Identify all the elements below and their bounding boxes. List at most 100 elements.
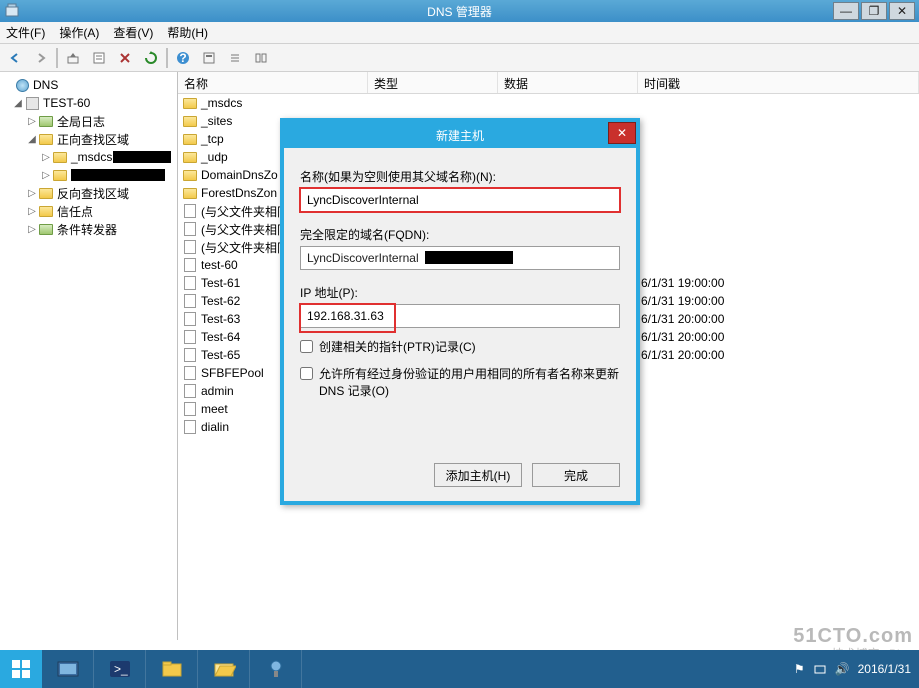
list-item-ts: 6/1/31 19:00:00 bbox=[641, 276, 724, 290]
window-titlebar: DNS 管理器 — ❐ ✕ bbox=[0, 0, 919, 22]
list-item[interactable]: _msdcs bbox=[178, 94, 919, 112]
separator bbox=[56, 48, 58, 68]
detail-button[interactable] bbox=[250, 47, 272, 69]
minimize-button[interactable]: — bbox=[833, 2, 859, 20]
tree-cond-fwd[interactable]: ▷条件转发器 bbox=[2, 220, 175, 238]
tree-server[interactable]: ◢TEST-60 bbox=[2, 94, 175, 112]
list-item-name: _msdcs bbox=[201, 96, 561, 110]
help-button[interactable]: ? bbox=[172, 47, 194, 69]
done-button[interactable]: 完成 bbox=[532, 463, 620, 487]
allow-label: 允许所有经过身份验证的用户用相同的所有者名称来更新 DNS 记录(O) bbox=[319, 365, 620, 399]
folder-icon bbox=[182, 116, 198, 127]
task-explorer-open[interactable] bbox=[198, 650, 250, 688]
page-icon bbox=[182, 276, 198, 290]
list-item-ts: 6/1/31 20:00:00 bbox=[641, 348, 724, 362]
tree-item-label: 反向查找区域 bbox=[57, 185, 129, 202]
page-icon bbox=[182, 240, 198, 254]
list-item-ts: 6/1/31 20:00:00 bbox=[641, 312, 724, 326]
close-button[interactable]: ✕ bbox=[889, 2, 915, 20]
task-dns[interactable] bbox=[250, 650, 302, 688]
delete-button[interactable] bbox=[114, 47, 136, 69]
tree-item-label: 信任点 bbox=[57, 203, 93, 220]
start-button[interactable] bbox=[0, 650, 42, 688]
folder-icon bbox=[182, 152, 198, 163]
tree-root-label: DNS bbox=[33, 78, 58, 92]
folder-icon bbox=[182, 98, 198, 109]
new-host-dialog: 新建主机 ✕ 名称(如果为空则使用其父域名称)(N): 完全限定的域名(FQDN… bbox=[280, 118, 640, 505]
ptr-checkbox-row: 创建相关的指针(PTR)记录(C) bbox=[300, 338, 620, 355]
redacted-text bbox=[71, 169, 165, 181]
tree-root[interactable]: DNS bbox=[2, 76, 175, 94]
redacted-text bbox=[113, 151, 171, 163]
tree-rev-zone[interactable]: ▷反向查找区域 bbox=[2, 184, 175, 202]
redacted-text bbox=[425, 251, 513, 264]
separator bbox=[166, 48, 168, 68]
tray-network-icon[interactable] bbox=[813, 662, 827, 676]
dialog-buttons: 添加主机(H) 完成 bbox=[284, 409, 636, 501]
tray-flag-icon[interactable]: ⚑ bbox=[794, 662, 805, 676]
folder-icon bbox=[182, 134, 198, 145]
folder-icon bbox=[182, 170, 198, 181]
name-label: 名称(如果为空则使用其父域名称)(N): bbox=[300, 168, 620, 185]
dialog-close-button[interactable]: ✕ bbox=[608, 122, 636, 144]
list-header: 名称 类型 数据 时间戳 bbox=[178, 72, 919, 94]
maximize-button[interactable]: ❐ bbox=[861, 2, 887, 20]
menu-help[interactable]: 帮助(H) bbox=[167, 24, 208, 41]
name-input[interactable] bbox=[300, 188, 620, 212]
page-icon bbox=[182, 384, 198, 398]
tree-fwd-zone[interactable]: ◢正向查找区域 bbox=[2, 130, 175, 148]
page-icon bbox=[182, 312, 198, 326]
ptr-label: 创建相关的指针(PTR)记录(C) bbox=[319, 338, 476, 355]
tray-date[interactable]: 2016/1/31 bbox=[858, 662, 911, 676]
col-type[interactable]: 类型 bbox=[368, 72, 498, 93]
tree-item-label: 正向查找区域 bbox=[57, 131, 129, 148]
up-button[interactable] bbox=[62, 47, 84, 69]
col-data[interactable]: 数据 bbox=[498, 72, 638, 93]
add-host-button[interactable]: 添加主机(H) bbox=[434, 463, 522, 487]
menu-action[interactable]: 操作(A) bbox=[59, 24, 99, 41]
page-icon bbox=[182, 348, 198, 362]
dialog-titlebar[interactable]: 新建主机 ✕ bbox=[284, 122, 636, 148]
menu-bar: 文件(F) 操作(A) 查看(V) 帮助(H) bbox=[0, 22, 919, 44]
task-explorer[interactable] bbox=[146, 650, 198, 688]
list-item-ts: 6/1/31 19:00:00 bbox=[641, 294, 724, 308]
col-name[interactable]: 名称 bbox=[178, 72, 368, 93]
nav-back-button[interactable] bbox=[4, 47, 26, 69]
taskbar-tray[interactable]: ⚑ 🔊 2016/1/31 bbox=[786, 650, 919, 688]
task-powershell[interactable]: >_ bbox=[94, 650, 146, 688]
dialog-body: 名称(如果为空则使用其父域名称)(N): 完全限定的域名(FQDN): IP 地… bbox=[284, 148, 636, 409]
list-button[interactable] bbox=[224, 47, 246, 69]
allow-checkbox-row: 允许所有经过身份验证的用户用相同的所有者名称来更新 DNS 记录(O) bbox=[300, 365, 620, 399]
filter-button[interactable] bbox=[198, 47, 220, 69]
allow-checkbox[interactable] bbox=[300, 367, 313, 380]
menu-file[interactable]: 文件(F) bbox=[6, 24, 45, 41]
tree-global-log[interactable]: ▷全局日志 bbox=[2, 112, 175, 130]
tree-trust[interactable]: ▷信任点 bbox=[2, 202, 175, 220]
taskbar: >_ ⚑ 🔊 2016/1/31 bbox=[0, 650, 919, 688]
nav-tree[interactable]: DNS ◢TEST-60 ▷全局日志 ◢正向查找区域 ▷_msdcs ▷ ▷反向… bbox=[0, 72, 178, 640]
ptr-checkbox[interactable] bbox=[300, 340, 313, 353]
ip-input[interactable] bbox=[300, 304, 620, 328]
tree-zone-redacted[interactable]: ▷ bbox=[2, 166, 175, 184]
menu-view[interactable]: 查看(V) bbox=[113, 24, 153, 41]
tree-msdcs[interactable]: ▷_msdcs bbox=[2, 148, 175, 166]
task-server-manager[interactable] bbox=[42, 650, 94, 688]
window-title: DNS 管理器 bbox=[427, 3, 492, 20]
refresh-button[interactable] bbox=[140, 47, 162, 69]
toolbar: ? bbox=[0, 44, 919, 72]
svg-text:?: ? bbox=[179, 51, 186, 65]
nav-fwd-button[interactable] bbox=[30, 47, 52, 69]
props-button[interactable] bbox=[88, 47, 110, 69]
app-icon bbox=[4, 3, 20, 19]
tray-sound-icon[interactable]: 🔊 bbox=[835, 662, 850, 676]
folder-icon bbox=[182, 188, 198, 199]
tree-item-label: 条件转发器 bbox=[57, 221, 117, 238]
dialog-title: 新建主机 bbox=[436, 127, 484, 144]
page-icon bbox=[182, 402, 198, 416]
col-timestamp[interactable]: 时间戳 bbox=[638, 72, 919, 93]
tree-item-label: _msdcs bbox=[71, 150, 112, 164]
page-icon bbox=[182, 258, 198, 272]
page-icon bbox=[182, 294, 198, 308]
tree-item-label: 全局日志 bbox=[57, 113, 105, 130]
page-icon bbox=[182, 222, 198, 236]
